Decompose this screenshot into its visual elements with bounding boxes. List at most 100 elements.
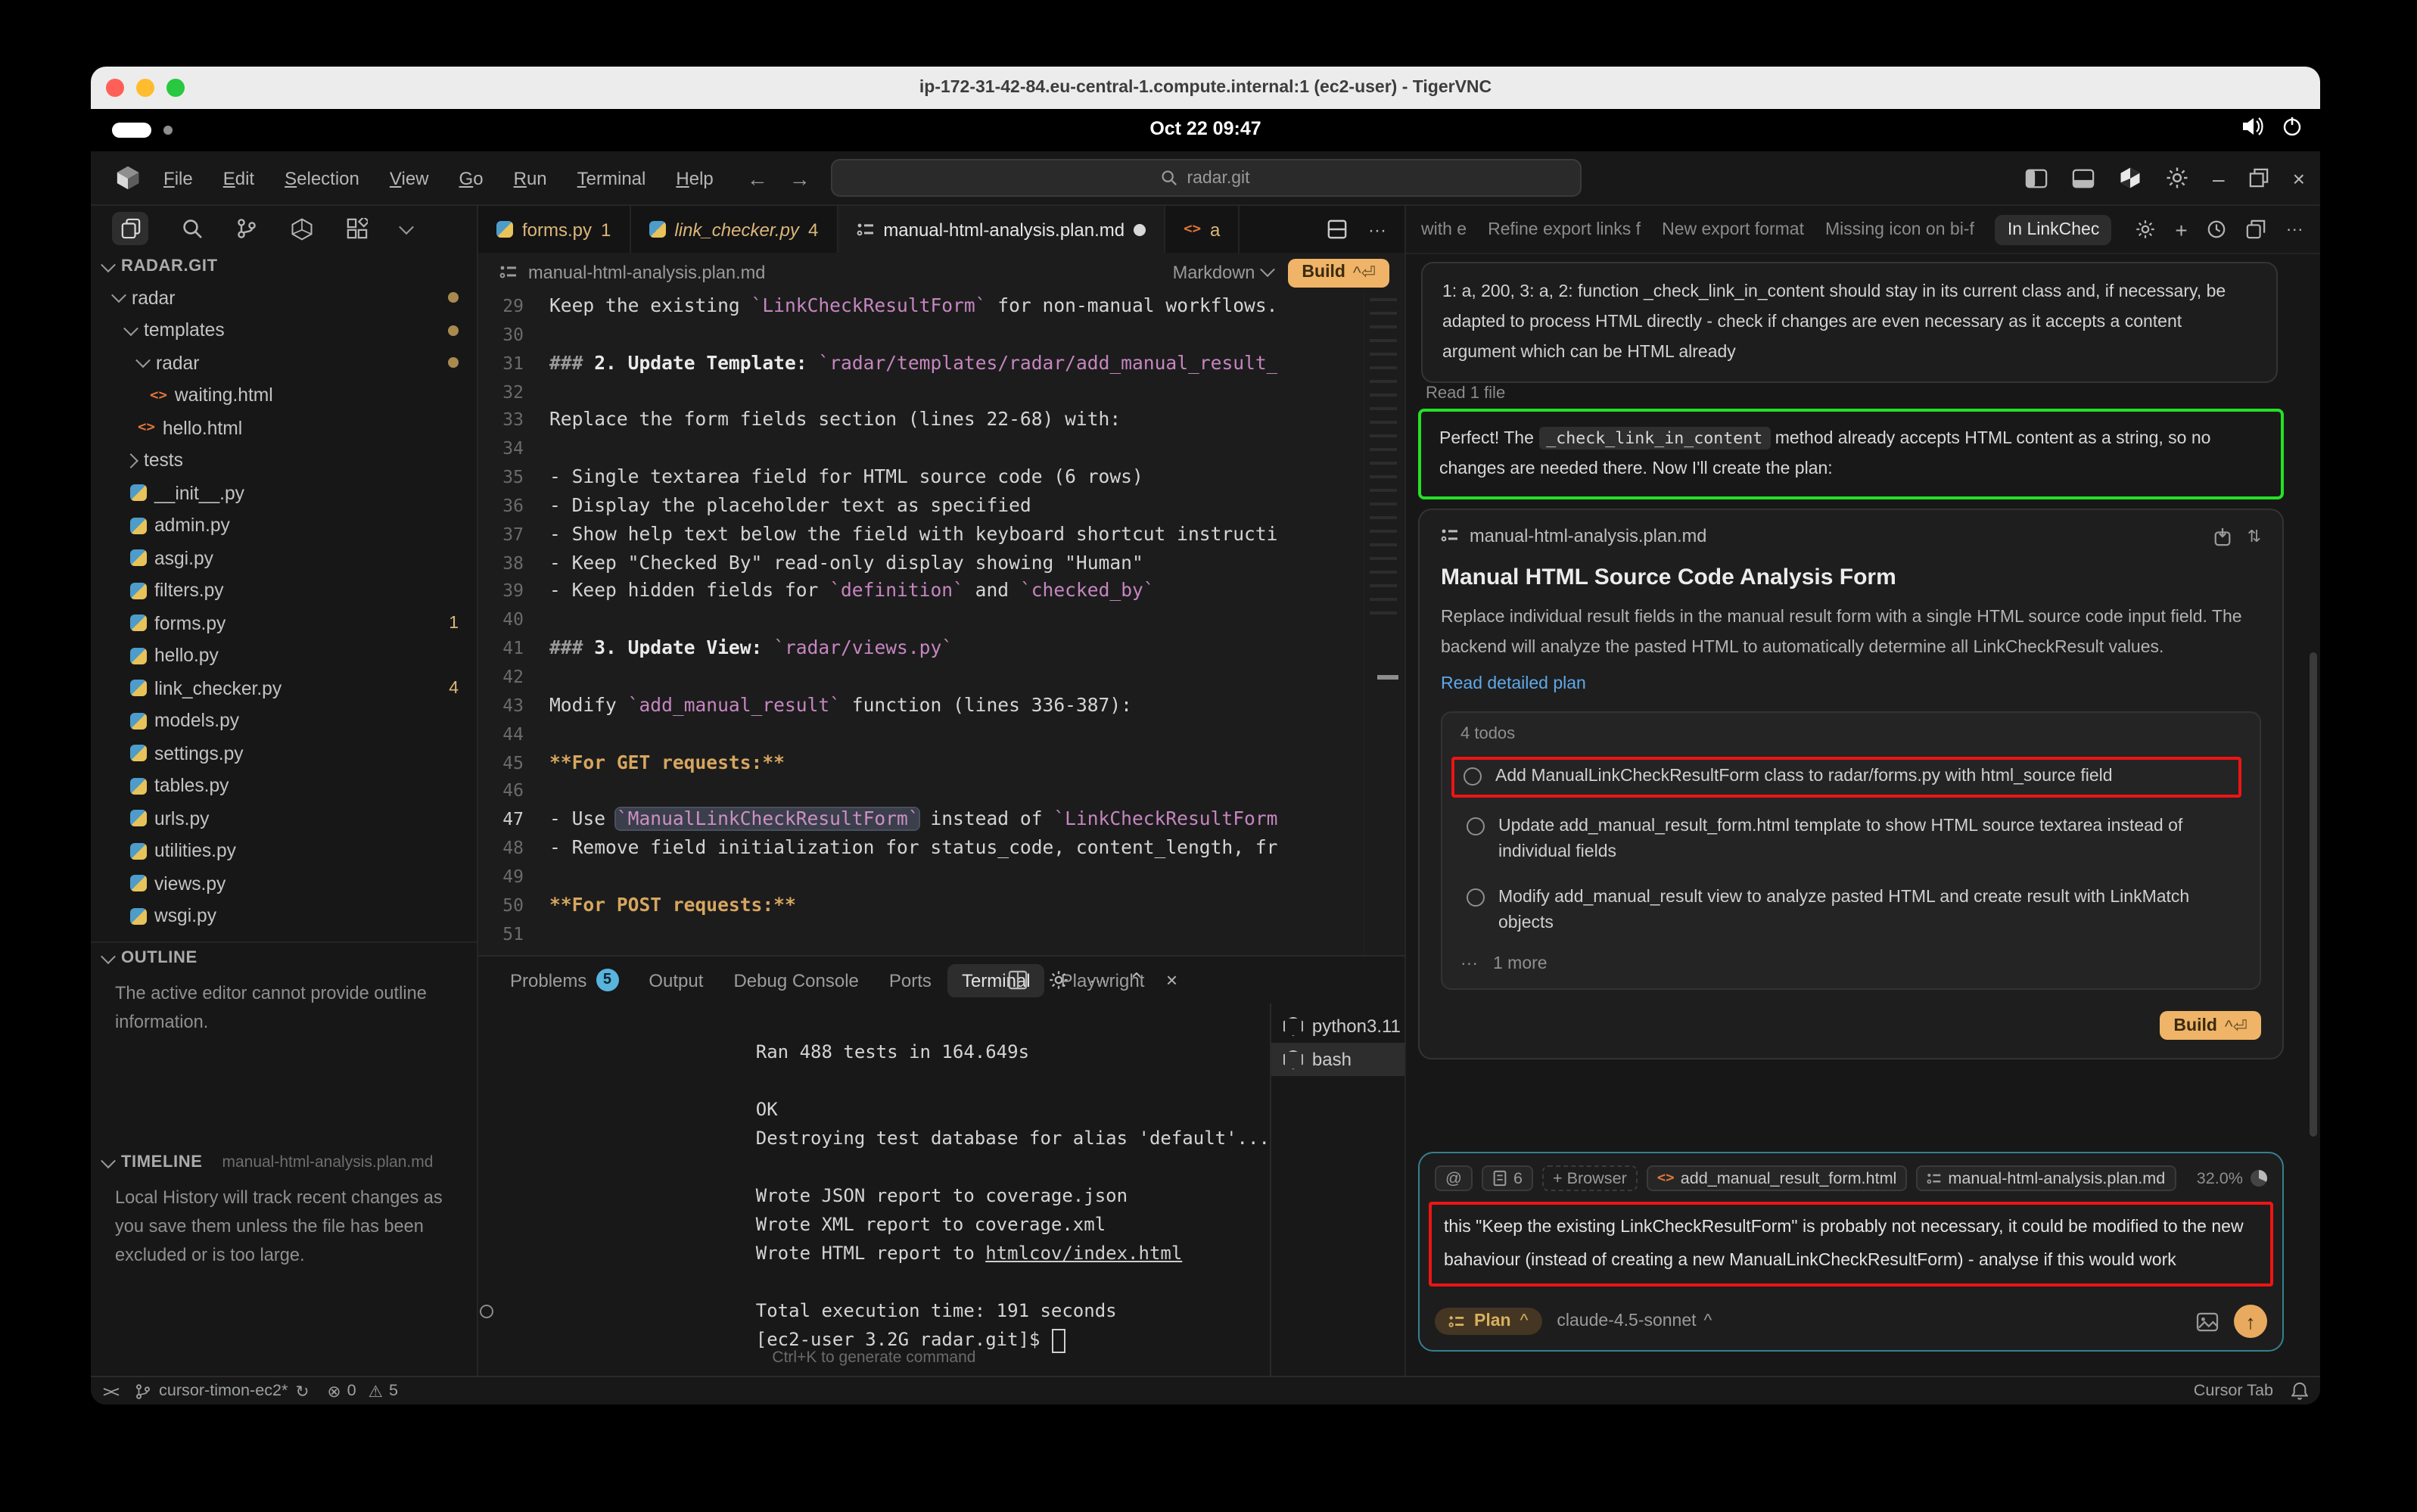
explorer-icon[interactable] — [112, 212, 148, 245]
collapse-icon[interactable]: ⇅ — [2247, 526, 2261, 546]
build-button[interactable]: Build^⏎ — [1288, 258, 1389, 287]
open-in-editor-icon[interactable] — [2247, 219, 2266, 239]
power-icon[interactable] — [2282, 117, 2302, 136]
chat-tab[interactable]: Missing icon on bi-f — [1825, 220, 1974, 238]
chevron-down-icon[interactable] — [399, 219, 414, 234]
more-actions-icon[interactable]: ··· — [2286, 220, 2303, 238]
source-control-icon[interactable] — [236, 218, 257, 239]
terminal-session[interactable]: python3.11 — [1271, 1010, 1404, 1043]
command-search[interactable]: radar.git — [830, 159, 1581, 197]
chat-tab[interactable]: with e — [1421, 220, 1467, 238]
terminal-session[interactable]: bash — [1271, 1043, 1404, 1076]
menu-item[interactable]: File — [151, 163, 205, 193]
tree-item[interactable]: <> views.py — [91, 867, 477, 900]
breadcrumb[interactable]: manual-html-analysis.plan.md Markdown Bu… — [478, 253, 1404, 292]
tree-item[interactable]: <> hello.html — [91, 412, 477, 444]
extensions-cube-icon[interactable] — [291, 217, 313, 240]
todo-more[interactable]: ···1 more — [1460, 955, 2241, 973]
chat-tab[interactable]: New export format — [1662, 220, 1804, 238]
tree-item[interactable]: <> __init__.py — [91, 477, 477, 509]
chat-scrollbar[interactable] — [2310, 652, 2317, 1137]
timeline-section-header[interactable]: TIMELINE manual-html-analysis.plan.md — [91, 1147, 477, 1178]
history-icon[interactable] — [2207, 219, 2227, 239]
tree-item[interactable]: <> utilities.py — [91, 835, 477, 867]
tree-item[interactable]: <> link_checker.py 4 — [91, 672, 477, 705]
minimize-icon[interactable]: – — [2213, 166, 2225, 190]
panel-tab[interactable]: Debug Console — [720, 963, 872, 997]
terminal-output[interactable]: Ran 488 tests in 164.649s — [478, 1003, 1270, 1376]
gear-icon[interactable] — [2166, 166, 2188, 189]
minimap[interactable] — [1364, 292, 1404, 955]
sync-icon[interactable]: ↻ — [295, 1381, 309, 1401]
todo-item[interactable]: Add ManualLinkCheckResultForm class to r… — [1451, 757, 2241, 798]
attachments-chip[interactable]: 6 — [1482, 1165, 1533, 1191]
context-usage[interactable]: 32.0% — [2197, 1169, 2243, 1187]
tree-item[interactable]: <> wsgi.py — [91, 900, 477, 932]
forward-icon[interactable]: → — [789, 166, 810, 190]
back-icon[interactable]: ← — [747, 166, 768, 190]
add-browser-chip[interactable]: + Browser — [1542, 1165, 1638, 1191]
more-actions-icon[interactable]: ··· — [1089, 969, 1107, 991]
todo-checkbox-icon[interactable] — [1467, 888, 1485, 907]
new-chat-icon[interactable]: + — [2175, 217, 2187, 241]
close-panel-icon[interactable]: × — [1166, 969, 1177, 991]
tree-item[interactable]: <> asgi.py — [91, 542, 477, 574]
outline-section-header[interactable]: OUTLINE — [91, 943, 477, 973]
menu-item[interactable]: Go — [447, 163, 496, 193]
menu-item[interactable]: Selection — [272, 163, 372, 193]
menu-item[interactable]: View — [378, 163, 441, 193]
more-actions-icon[interactable]: ··· — [1368, 219, 1386, 240]
apply-plan-icon[interactable] — [2213, 526, 2232, 546]
git-branch[interactable]: cursor-timon-ec2* ↻ — [135, 1381, 310, 1401]
maximize-panel-icon[interactable]: ⌃ — [1128, 968, 1145, 992]
panel-tab[interactable]: Output — [635, 963, 717, 997]
read-detailed-plan-link[interactable]: Read detailed plan — [1441, 675, 2261, 693]
tree-item[interactable]: <> templates — [91, 314, 477, 347]
explorer-section-header[interactable]: RADAR.GIT — [91, 251, 477, 282]
cursor-cube-icon[interactable] — [2119, 166, 2142, 189]
gear-icon[interactable] — [1048, 970, 1068, 990]
chat-tab[interactable]: Refine export links f — [1488, 220, 1641, 238]
plan-file-name[interactable]: manual-html-analysis.plan.md — [1470, 525, 1706, 546]
menu-item[interactable]: Run — [502, 163, 559, 193]
send-button[interactable]: ↑ — [2234, 1305, 2267, 1338]
remote-indicator-icon[interactable]: >< — [103, 1381, 117, 1401]
language-mode[interactable]: Markdown — [1173, 262, 1274, 283]
tree-item[interactable]: <> hello.py — [91, 639, 477, 672]
context-file-chip[interactable]: manual-html-analysis.plan.md — [1916, 1165, 2176, 1191]
tree-item[interactable]: <> tests — [91, 444, 477, 477]
tab-forms-py[interactable]: forms.py 1 — [478, 206, 630, 253]
volume-icon[interactable] — [2241, 117, 2264, 136]
menu-item[interactable]: Help — [664, 163, 725, 193]
chat-tab[interactable]: In LinkChec — [1996, 214, 2111, 244]
read-files-note[interactable]: Read 1 file — [1426, 384, 1505, 403]
todo-item[interactable]: Update add_manual_result_form.html templ… — [1460, 811, 2241, 869]
restore-icon[interactable] — [2249, 168, 2269, 188]
todo-checkbox-icon[interactable] — [1467, 817, 1485, 835]
tree-item[interactable]: <> settings.py — [91, 737, 477, 770]
bell-icon[interactable] — [2291, 1382, 2308, 1400]
gear-icon[interactable] — [2135, 219, 2155, 239]
extensions-icon[interactable] — [347, 218, 368, 239]
cursor-tab-toggle[interactable]: Cursor Tab — [2194, 1382, 2273, 1400]
build-button[interactable]: Build^⏎ — [2160, 1011, 2261, 1040]
search-panel-icon[interactable] — [182, 218, 203, 239]
toggle-sidebar-icon[interactable] — [2025, 167, 2048, 188]
tree-item[interactable]: <> radar — [91, 282, 477, 314]
tree-item[interactable]: <> waiting.html — [91, 379, 477, 412]
todo-item[interactable]: Modify add_manual_result view to analyze… — [1460, 882, 2241, 940]
menu-item[interactable]: Edit — [211, 163, 266, 193]
tree-item[interactable]: <> radar — [91, 347, 477, 379]
attach-image-icon[interactable] — [2196, 1311, 2219, 1331]
panel-tab[interactable]: Problems 5 — [496, 963, 632, 997]
context-file-chip[interactable]: <> add_manual_result_form.html — [1647, 1165, 1908, 1191]
code-editor[interactable]: 29 Keep the existing `LinkCheckResultFor… — [478, 292, 1404, 955]
split-terminal-icon[interactable] — [1007, 970, 1027, 990]
tree-item[interactable]: <> admin.py — [91, 509, 477, 542]
tree-item[interactable]: <> forms.py 1 — [91, 607, 477, 639]
problems-summary[interactable]: ⊗0 ⚠5 — [328, 1381, 399, 1401]
tab-plan-md[interactable]: manual-html-analysis.plan.md — [838, 206, 1165, 253]
tab-partial[interactable]: <> a — [1165, 206, 1240, 253]
tree-item[interactable]: <> models.py — [91, 705, 477, 737]
menu-item[interactable]: Terminal — [565, 163, 658, 193]
